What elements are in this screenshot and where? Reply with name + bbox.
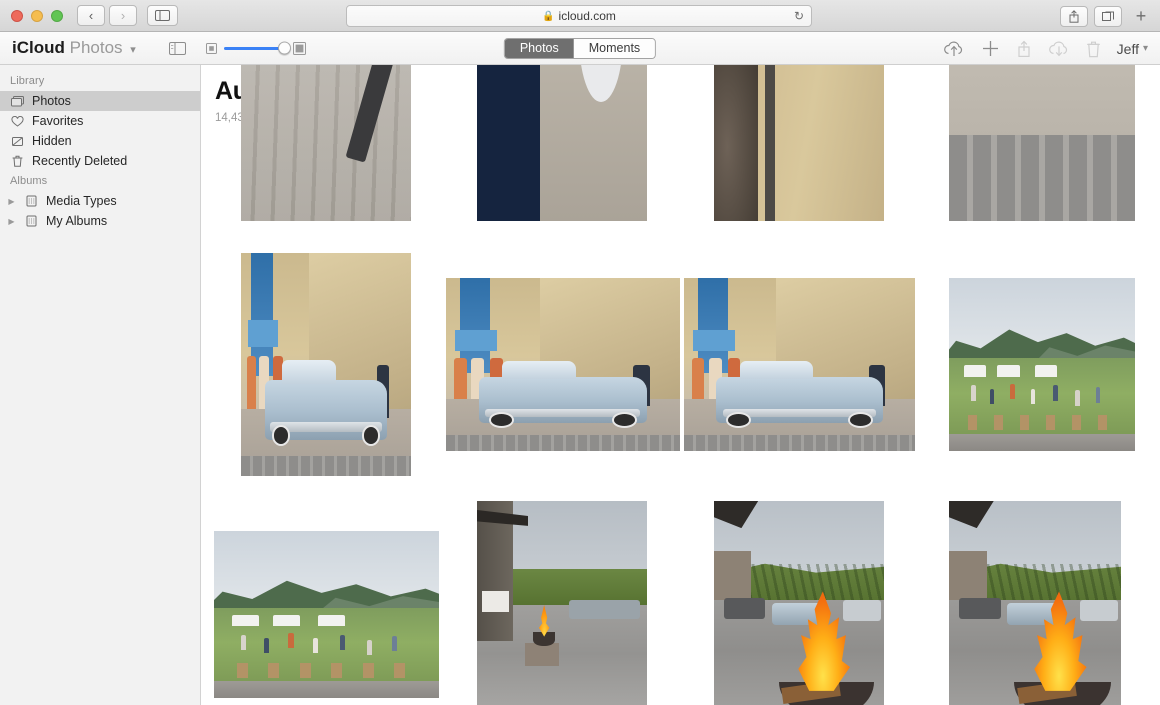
sidebar-toggle-icon [168,41,186,55]
photo-street-car-wide-1[interactable] [446,278,680,451]
tabs-overview-icon [1101,11,1114,21]
download-button[interactable] [1048,40,1070,57]
plus-icon [982,41,998,56]
share-icon [1069,9,1079,23]
browser-sidebar-button[interactable] [147,5,178,26]
new-tab-button[interactable]: + [1128,6,1154,27]
sidebar-item-label: Hidden [32,134,72,148]
trash-icon [10,155,25,167]
photo-vintage-car-portrait[interactable] [241,253,411,476]
photo-curb-stones[interactable] [949,65,1135,221]
heart-icon [10,115,25,127]
chevron-down-icon: ▾ [1142,43,1148,54]
window-traffic-lights [0,9,63,22]
reload-icon[interactable]: ↻ [794,9,804,23]
view-mode-segmented-control[interactable]: Photos Moments [503,37,657,59]
disclosure-triangle-icon[interactable]: ▶ [6,217,17,226]
photo-firepit-cars-2[interactable] [949,501,1121,705]
photo-thumbnail [714,501,884,705]
photo-thumbnail [714,65,884,221]
sidebar-item-photos[interactable]: Photos [0,91,200,111]
upload-button[interactable] [943,40,965,57]
large-thumbnail-icon [292,41,306,55]
back-button[interactable]: ‹ [77,5,105,26]
brand-primary: iCloud [12,38,65,57]
chevron-down-icon: ▾ [130,44,136,56]
cloud-upload-icon [943,41,962,56]
cloud-download-icon [1048,41,1067,57]
sidebar-item-label: Favorites [32,114,84,128]
share-button[interactable] [1016,40,1032,58]
zoom-slider-track[interactable] [223,41,291,55]
album-icon [24,195,39,207]
sidebar-item-label: Recently Deleted [32,154,128,168]
sidebar-item-label: Media Types [46,194,117,208]
sidebar-item-my-albums[interactable]: ▶ My Albums [0,211,200,231]
sidebar-item-label: Photos [32,94,71,108]
photo-lawn-wedding-wide[interactable] [949,278,1135,451]
share-page-button[interactable] [1060,5,1088,27]
sidebar-section-header-albums: Albums [10,175,48,187]
sidebar-item-recently-deleted[interactable]: Recently Deleted [0,151,200,171]
app-body: Library Photos Favorites Hidden Recently… [0,65,1160,705]
photo-content-area: August 2019 14,438 Items [201,65,1160,705]
sidebar-section-header-library: Library [10,75,45,87]
add-button[interactable] [981,39,1000,58]
browser-right-controls: + [1060,0,1160,32]
disclosure-triangle-icon[interactable]: ▶ [6,197,17,206]
photo-pavement-shoe[interactable] [241,65,411,221]
app-brand[interactable]: iCloud Photos ▾ [0,38,136,58]
lock-icon: 🔒 [542,10,555,22]
sidebar-item-label: My Albums [46,214,108,228]
sidebar: Library Photos Favorites Hidden Recently… [0,65,201,705]
photo-thumbnail [241,65,411,221]
photo-thumbnail [477,65,647,221]
delete-button[interactable] [1086,40,1101,58]
tab-photos[interactable]: Photos [504,38,574,58]
sidebar-toggle-button[interactable] [168,41,186,55]
browser-chrome: ‹ › 🔒 icloud.com ↻ + [0,0,1160,32]
photo-thumbnail [241,253,411,476]
sidebar-item-favorites[interactable]: Favorites [0,111,200,131]
maximize-window-button[interactable] [51,9,63,22]
photo-thumbnail [949,65,1135,221]
account-menu[interactable]: Jeff ▾ [1117,41,1148,57]
photo-thumbnail [684,278,915,451]
photo-patio-firebowl[interactable] [477,501,647,705]
photo-thumbnail [949,278,1135,451]
thumbnail-zoom-slider[interactable] [205,41,306,55]
sidebar-item-media-types[interactable]: ▶ Media Types [0,191,200,211]
brand-secondary: Photos [69,38,123,57]
photo-thumbnail [214,531,439,698]
album-icon [24,215,39,227]
photos-icon [10,95,25,107]
close-window-button[interactable] [11,9,23,22]
address-bar[interactable]: 🔒 icloud.com ↻ [346,5,812,27]
photo-thumbnail [949,501,1121,705]
sidebar-item-hidden[interactable]: Hidden [0,131,200,151]
tabs-overview-button[interactable] [1094,5,1122,27]
sidebar-icon [155,10,170,21]
photo-navy-mat[interactable] [477,65,647,221]
share-icon [1018,40,1030,57]
toolbar-actions: Jeff ▾ [943,32,1160,65]
url-text: icloud.com [558,9,616,23]
photo-street-car-wide-2[interactable] [684,278,915,451]
app-toolbar: iCloud Photos ▾ Photos Moments Jeff ▾ [0,32,1160,65]
photo-thumbnail [477,501,647,705]
photo-lawn-wedding-2[interactable] [214,531,439,698]
navigation-buttons: ‹ › [77,5,137,26]
account-name: Jeff [1116,40,1139,57]
photo-firepit-cars-1[interactable] [714,501,884,705]
photo-thumbnail [446,278,680,451]
trash-icon [1086,41,1100,57]
small-thumbnail-icon [205,42,217,54]
tab-moments[interactable]: Moments [573,38,656,58]
hidden-icon [10,136,25,147]
zoom-slider-thumb[interactable] [277,41,291,55]
photo-head-building[interactable] [714,65,884,221]
forward-button[interactable]: › [109,5,137,26]
minimize-window-button[interactable] [31,9,43,22]
